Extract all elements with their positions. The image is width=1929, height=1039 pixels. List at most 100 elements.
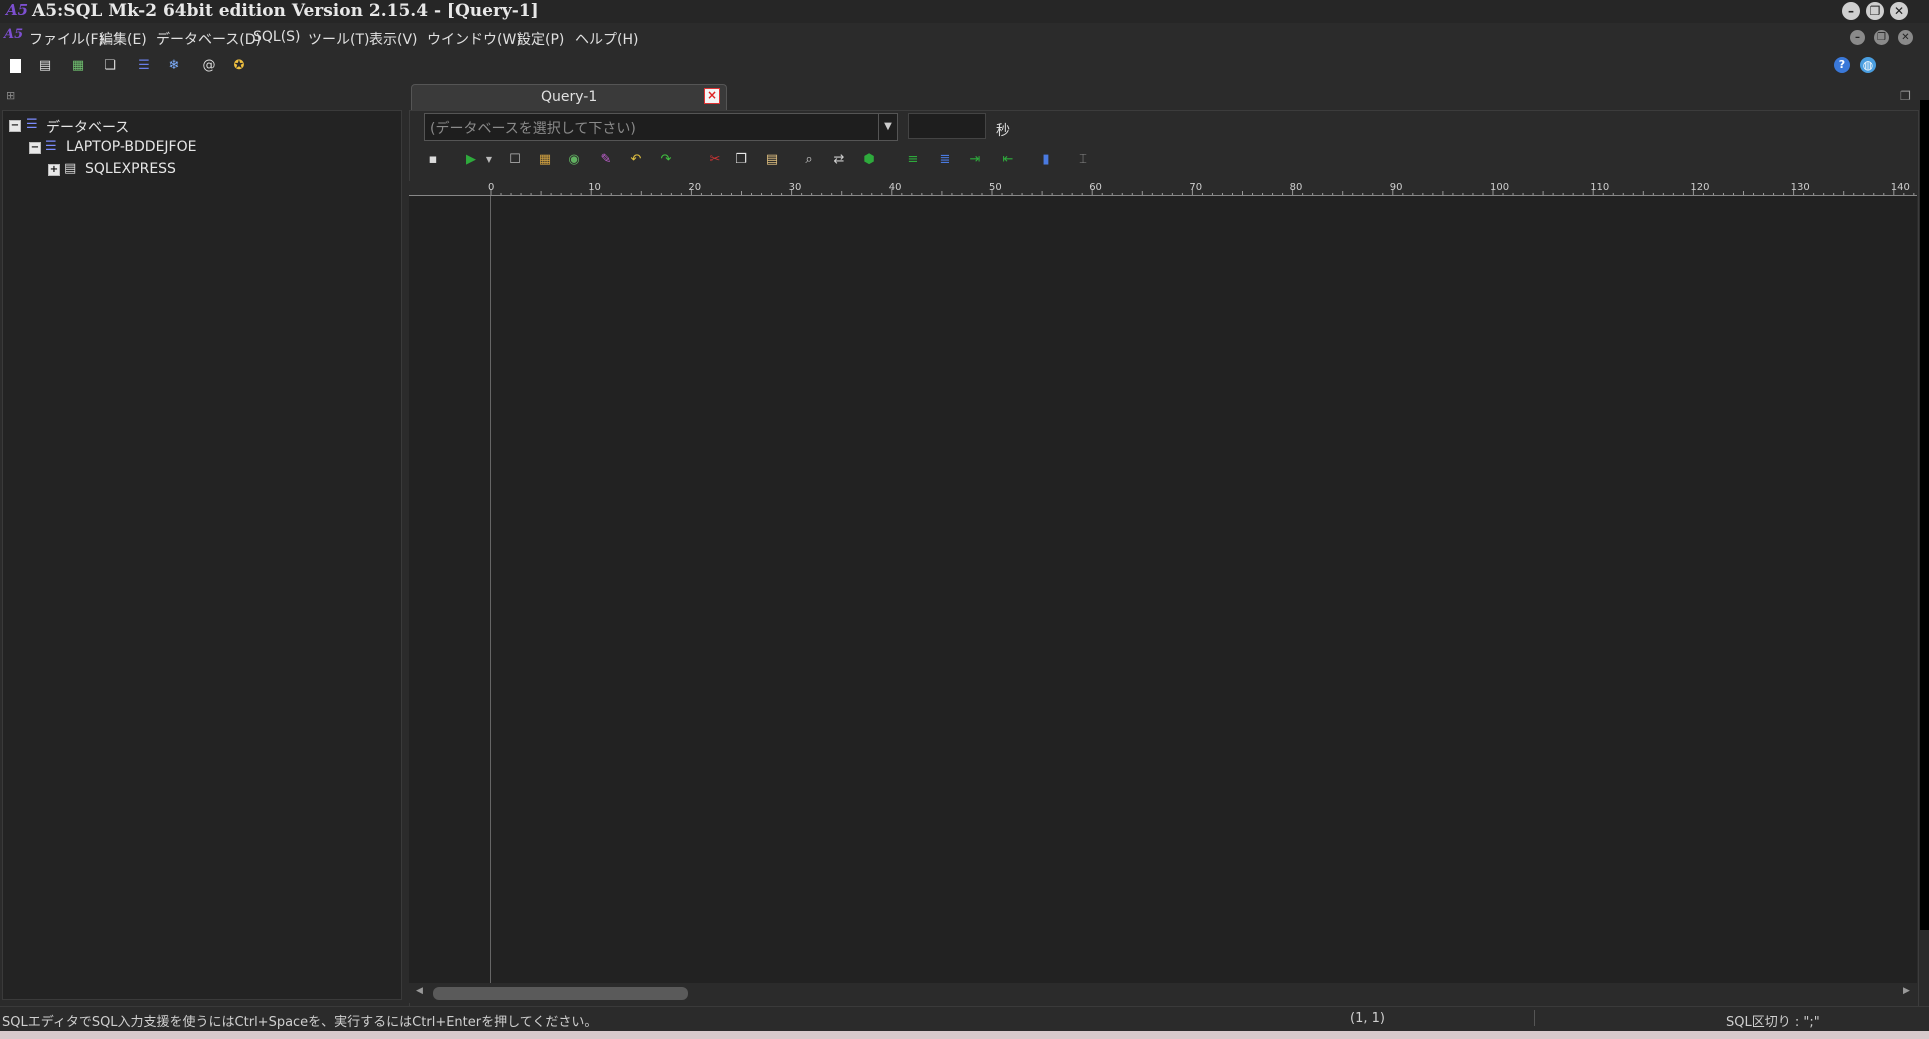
- run-icon[interactable]: ▶: [462, 151, 480, 169]
- mdi-logo-icon: A5: [4, 27, 24, 42]
- database-select-placeholder: (データベースを選択して下さい): [430, 121, 636, 137]
- ruler-label: 110: [1590, 182, 1609, 193]
- menu-help[interactable]: ヘルプ(H): [575, 29, 638, 49]
- paste-icon[interactable]: ▤: [763, 151, 781, 169]
- cursor-icon[interactable]: ⌶: [1074, 151, 1092, 169]
- save-icon[interactable]: ▪: [424, 151, 442, 169]
- replace-icon[interactable]: ⇄: [830, 151, 848, 169]
- database-icon[interactable]: ☰: [135, 57, 153, 75]
- menu-bar: A5 ファイル(F) 編集(E) データベース(D) SQL(S) ツール(T)…: [0, 24, 1929, 52]
- bookmark-icon[interactable]: ▮: [1037, 151, 1055, 169]
- comment-icon[interactable]: ≡: [904, 151, 922, 169]
- tree-label-instance: SQLEXPRESS: [85, 161, 176, 177]
- table-icon[interactable]: ▦: [69, 57, 87, 75]
- restore-button[interactable]: ❐: [1866, 2, 1884, 20]
- status-divider: [1534, 1010, 1535, 1026]
- explain-icon[interactable]: ◉: [565, 151, 583, 169]
- expand-toggle[interactable]: +: [48, 164, 60, 176]
- copy-icon[interactable]: ❐: [732, 151, 750, 169]
- tab-label: Query-1: [541, 89, 598, 105]
- ruler-label: 10: [588, 182, 601, 193]
- database-tree-panel: − ☰ データベース − ☰ LAPTOP-BDDEJFOE + ▤ SQLEX…: [2, 110, 402, 1000]
- star-icon[interactable]: ✪: [230, 57, 248, 75]
- find-icon[interactable]: ⌕: [800, 151, 818, 169]
- clear-icon[interactable]: ✎: [597, 151, 615, 169]
- ruler-label: 100: [1490, 182, 1509, 193]
- run-dropdown-icon[interactable]: ▼: [480, 151, 498, 169]
- ruler-ticks: 0 10 20 30 40 50 60 70 80 90 100 110 120 130 140: [488, 182, 1915, 195]
- snowflake-icon[interactable]: ❄: [165, 57, 183, 75]
- ruler-label: 130: [1791, 182, 1810, 193]
- pin-icon[interactable]: ⊞: [6, 89, 15, 102]
- undo-icon[interactable]: ↶: [627, 151, 645, 169]
- menu-file[interactable]: ファイル(F): [29, 29, 104, 49]
- ruler-label: 140: [1891, 182, 1910, 193]
- collapse-toggle[interactable]: −: [9, 120, 21, 132]
- query-toolbar: ▪ ▶ ▼ ☐ ▦ ◉ ✎ ↶ ↷ ✂ ❐ ▤ ⌕ ⇄ ⬢ ≡ ≣ ⇥ ⇤ ▮ …: [424, 150, 1124, 172]
- tab-query-1[interactable]: Query-1 ×: [411, 84, 727, 111]
- copy-db-icon[interactable]: ❏: [101, 57, 119, 75]
- unindent-icon[interactable]: ⇤: [999, 151, 1017, 169]
- indent-icon[interactable]: ⇥: [966, 151, 984, 169]
- run-step-icon[interactable]: ▦: [536, 151, 554, 169]
- menu-edit[interactable]: 編集(E): [99, 29, 147, 49]
- tree-label-server: LAPTOP-BDDEJFOE: [66, 139, 197, 155]
- menu-view[interactable]: 表示(V): [369, 29, 418, 49]
- gutter-divider: [490, 196, 491, 983]
- menu-settings[interactable]: 設定(P): [517, 29, 564, 49]
- menu-window[interactable]: ウインドウ(W): [427, 29, 522, 49]
- column-ruler: 0 10 20 30 40 50 60 70 80 90 100 110 120 130 140: [409, 181, 1917, 196]
- window-title: A5:SQL Mk-2 64bit edition Version 2.15.4…: [32, 1, 539, 21]
- ruler-label: 20: [688, 182, 701, 193]
- ruler-label: 90: [1390, 182, 1403, 193]
- database-select[interactable]: (データベースを選択して下さい) ▼: [424, 113, 898, 141]
- mdi-minimize-button[interactable]: –: [1850, 30, 1865, 45]
- ruler-label: 60: [1089, 182, 1102, 193]
- chevron-down-icon[interactable]: ▼: [878, 114, 897, 140]
- title-bar: A5 A5:SQL Mk-2 64bit edition Version 2.1…: [0, 0, 1929, 23]
- globe-icon[interactable]: ◍: [1860, 57, 1876, 73]
- close-tab-icon[interactable]: ×: [704, 88, 720, 104]
- main-toolbar: ▤ ▦ ❏ ☰ ❄ @ ✪ ? ◍: [0, 55, 1929, 85]
- mdi-restore-button[interactable]: ❐: [1874, 30, 1889, 45]
- ruler-label: 50: [989, 182, 1002, 193]
- scrollbar-thumb[interactable]: [433, 987, 688, 1000]
- format-icon[interactable]: ⬢: [860, 151, 878, 169]
- at-icon[interactable]: @: [200, 57, 218, 75]
- menu-database[interactable]: データベース(D): [156, 29, 261, 49]
- cut-icon[interactable]: ✂: [706, 151, 724, 169]
- stop-icon[interactable]: ☐: [506, 151, 524, 169]
- instance-icon: ▤: [64, 161, 77, 176]
- status-cursor-position: (1, 1): [1350, 1011, 1385, 1026]
- collapse-toggle[interactable]: −: [29, 142, 41, 154]
- database-icon: ☰: [26, 117, 38, 132]
- menu-sql[interactable]: SQL(S): [253, 29, 301, 45]
- uncomment-icon[interactable]: ≣: [936, 151, 954, 169]
- ruler-label: 40: [889, 182, 902, 193]
- timeout-input[interactable]: [908, 113, 986, 139]
- open-icon[interactable]: ▤: [36, 57, 54, 75]
- scroll-left-icon[interactable]: ◀: [416, 986, 423, 996]
- timeout-unit-label: 秒: [996, 123, 1010, 139]
- new-document-icon[interactable]: [6, 57, 24, 75]
- minimize-button[interactable]: –: [1842, 2, 1860, 20]
- ruler-label: 30: [789, 182, 802, 193]
- app-logo-icon: A5: [6, 1, 29, 19]
- tree-label-root: データベース: [46, 120, 130, 136]
- status-bar: SQLエディタでSQL入力支援を使うにはCtrl+Spaceを、実行するにはCt…: [0, 1006, 1929, 1031]
- menu-tools[interactable]: ツール(T): [308, 29, 369, 49]
- ruler-label: 120: [1690, 182, 1709, 193]
- status-delimiter: SQL区切り : ";": [1726, 1015, 1820, 1030]
- help-icon[interactable]: ?: [1834, 57, 1850, 73]
- sql-editor[interactable]: [409, 196, 1917, 983]
- redo-icon[interactable]: ↷: [657, 151, 675, 169]
- ruler-label: 80: [1290, 182, 1303, 193]
- scroll-right-icon[interactable]: ▶: [1903, 986, 1910, 996]
- mdi-close-button[interactable]: ✕: [1898, 30, 1913, 45]
- window-edge: [1920, 100, 1929, 930]
- status-hint: SQLエディタでSQL入力支援を使うにはCtrl+Spaceを、実行するにはCt…: [2, 1015, 598, 1030]
- taskbar-strip: [0, 1031, 1929, 1039]
- ruler-label: 70: [1189, 182, 1202, 193]
- tab-list-icon[interactable]: ❐: [1900, 89, 1911, 103]
- close-window-button[interactable]: ✕: [1890, 2, 1908, 20]
